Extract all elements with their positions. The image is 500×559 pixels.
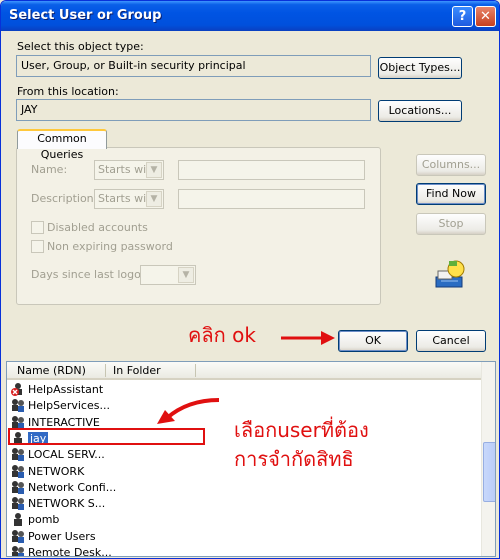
disabled-accounts-label: Disabled accounts	[47, 221, 148, 234]
cancel-button[interactable]: Cancel	[416, 330, 486, 352]
user-icon	[14, 513, 22, 527]
name-mode-dropdown[interactable]: Starts with ▼	[94, 160, 164, 180]
list-item-name: Power Users	[28, 529, 96, 543]
description-mode-dropdown[interactable]: Starts with ▼	[94, 189, 164, 209]
group-icon	[12, 497, 24, 511]
group-icon	[12, 415, 24, 429]
arrow-right-icon	[281, 331, 335, 345]
column-divider[interactable]	[105, 364, 106, 377]
location-label: From this location:	[17, 85, 119, 98]
object-type-label: Select this object type:	[17, 40, 144, 53]
list-item[interactable]: pomb	[11, 512, 211, 528]
selection-highlight-box	[8, 428, 205, 445]
list-item-name: Remote Desk...	[28, 546, 112, 557]
common-queries-panel: Name: Starts with ▼ Description: Starts …	[16, 147, 381, 305]
annotation-select-user-line2: การจำกัดสิทธิ	[234, 447, 354, 471]
help-button[interactable]: ?	[452, 6, 473, 27]
disabled-accounts-checkbox[interactable]	[31, 221, 44, 234]
chevron-down-icon: ▼	[178, 267, 194, 283]
location-value: JAY	[21, 103, 38, 116]
non-expiring-password-label: Non expiring password	[47, 240, 173, 253]
object-type-field: User, Group, or Built-in security princi…	[16, 55, 371, 77]
object-types-button[interactable]: Object Types...	[378, 57, 462, 79]
window-title: Select User or Group	[9, 8, 162, 23]
list-item[interactable]: LOCAL SERV...	[11, 447, 211, 463]
annotation-select-user-line1: เลือกuserที่ต้อง	[234, 418, 369, 442]
group-icon	[12, 399, 24, 413]
find-now-button[interactable]: Find Now	[416, 183, 486, 205]
scrollbar-thumb[interactable]	[483, 442, 495, 502]
group-icon	[12, 448, 24, 462]
list-item[interactable]: NETWORK	[11, 464, 211, 480]
search-flashlight-icon	[435, 260, 465, 288]
ok-button[interactable]: OK	[338, 330, 408, 352]
column-header-name[interactable]: Name (RDN)	[17, 364, 86, 377]
location-field: JAY	[16, 99, 371, 121]
chevron-down-icon: ▼	[146, 191, 162, 207]
list-item-name: HelpAssistant	[28, 383, 104, 396]
name-label: Name:	[31, 163, 68, 176]
list-item-name: NETWORK	[28, 464, 85, 478]
stop-button[interactable]: Stop	[416, 213, 486, 235]
scrollbar[interactable]	[481, 362, 495, 556]
columns-button[interactable]: Columns...	[416, 154, 486, 176]
non-expiring-password-checkbox[interactable]	[31, 240, 44, 253]
group-icon	[12, 464, 24, 478]
column-header-folder[interactable]: In Folder	[113, 364, 161, 377]
group-icon	[12, 480, 24, 494]
days-since-logon-dropdown[interactable]: ▼	[140, 265, 196, 285]
list-item-name: pomb	[28, 513, 60, 527]
tab-common-queries[interactable]: Common Queries	[17, 129, 107, 161]
list-item-name: NETWORK S...	[28, 497, 106, 511]
column-divider[interactable]	[195, 364, 196, 377]
locations-button[interactable]: Locations...	[378, 100, 462, 122]
list-item[interactable]: Remote Desk...	[11, 545, 211, 557]
name-input[interactable]	[178, 160, 365, 180]
list-item[interactable]: NETWORK S...	[11, 496, 211, 512]
close-button[interactable]: ✕	[475, 6, 496, 27]
chevron-down-icon: ▼	[146, 162, 162, 178]
arrow-curved-left-icon	[157, 398, 220, 424]
list-item[interactable]: Power Users	[11, 529, 211, 545]
select-user-dialog: Select User or Group ? ✕ Select this obj…	[0, 0, 500, 559]
days-since-logon-label: Days since last logon:	[31, 268, 152, 281]
disabled-user-icon	[11, 383, 22, 396]
list-item-name: LOCAL SERV...	[28, 448, 105, 462]
description-label: Description:	[31, 192, 98, 205]
description-input[interactable]	[178, 189, 365, 209]
results-header: Name (RDN) In Folder	[7, 362, 481, 380]
annotation-click-ok: คลิก ok	[188, 323, 256, 347]
list-item[interactable]: Network Confi...	[11, 480, 211, 496]
list-item-name: Network Confi...	[28, 480, 117, 494]
title-bar: Select User or Group ? ✕	[1, 1, 499, 31]
group-icon	[12, 529, 24, 543]
list-item-name: INTERACTIVE	[28, 415, 100, 429]
list-item-name: HelpServices...	[28, 399, 110, 413]
group-icon	[12, 546, 24, 556]
